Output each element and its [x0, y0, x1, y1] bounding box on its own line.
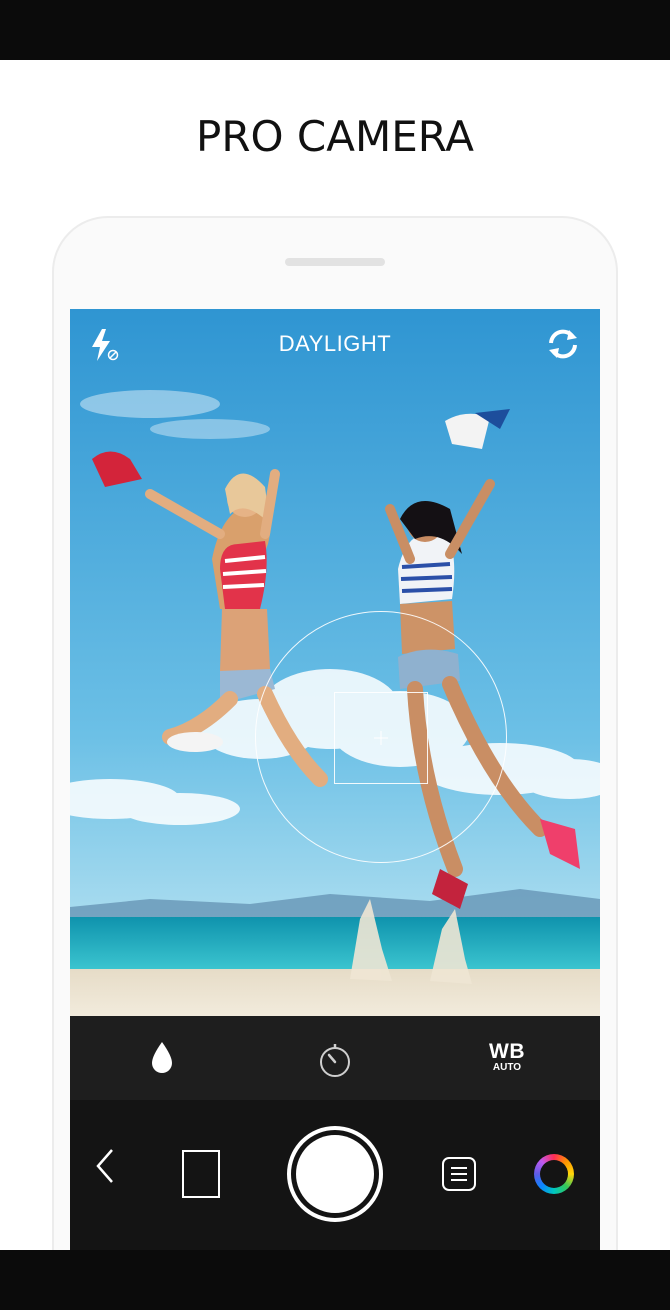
white-balance-mode-label[interactable]: DAYLIGHT — [70, 331, 600, 357]
menu-lines-icon[interactable] — [441, 1156, 477, 1192]
water-drop-icon[interactable] — [148, 1039, 176, 1075]
shutter-inner — [296, 1135, 374, 1213]
gallery-thumbnail[interactable] — [182, 1150, 220, 1198]
shutter-button[interactable] — [287, 1126, 383, 1222]
phone-speaker — [285, 258, 385, 266]
color-wheel-center — [540, 1160, 568, 1188]
page-title: PRO CAMERA — [196, 112, 474, 161]
white-balance-button[interactable]: WB AUTO — [484, 1041, 530, 1079]
camera-switch-icon[interactable] — [543, 326, 583, 362]
camera-tools-row: WB AUTO — [70, 1016, 600, 1100]
wb-label: WB — [489, 1040, 525, 1063]
camera-bottom-controls — [70, 1100, 600, 1250]
viewfinder[interactable]: DAYLIGHT — [70, 309, 600, 1016]
camera-top-controls: DAYLIGHT — [70, 309, 600, 379]
focus-crosshair-icon — [374, 731, 388, 745]
bottom-black-bar — [0, 1250, 670, 1310]
color-wheel-icon[interactable] — [534, 1154, 574, 1194]
camera-screen: DAYLIGHT WB AUTO — [70, 309, 600, 1250]
wb-sub-label: AUTO — [492, 1062, 522, 1073]
chevron-left-icon[interactable] — [92, 1146, 120, 1186]
top-black-bar — [0, 0, 670, 60]
timer-icon[interactable] — [318, 1042, 352, 1078]
